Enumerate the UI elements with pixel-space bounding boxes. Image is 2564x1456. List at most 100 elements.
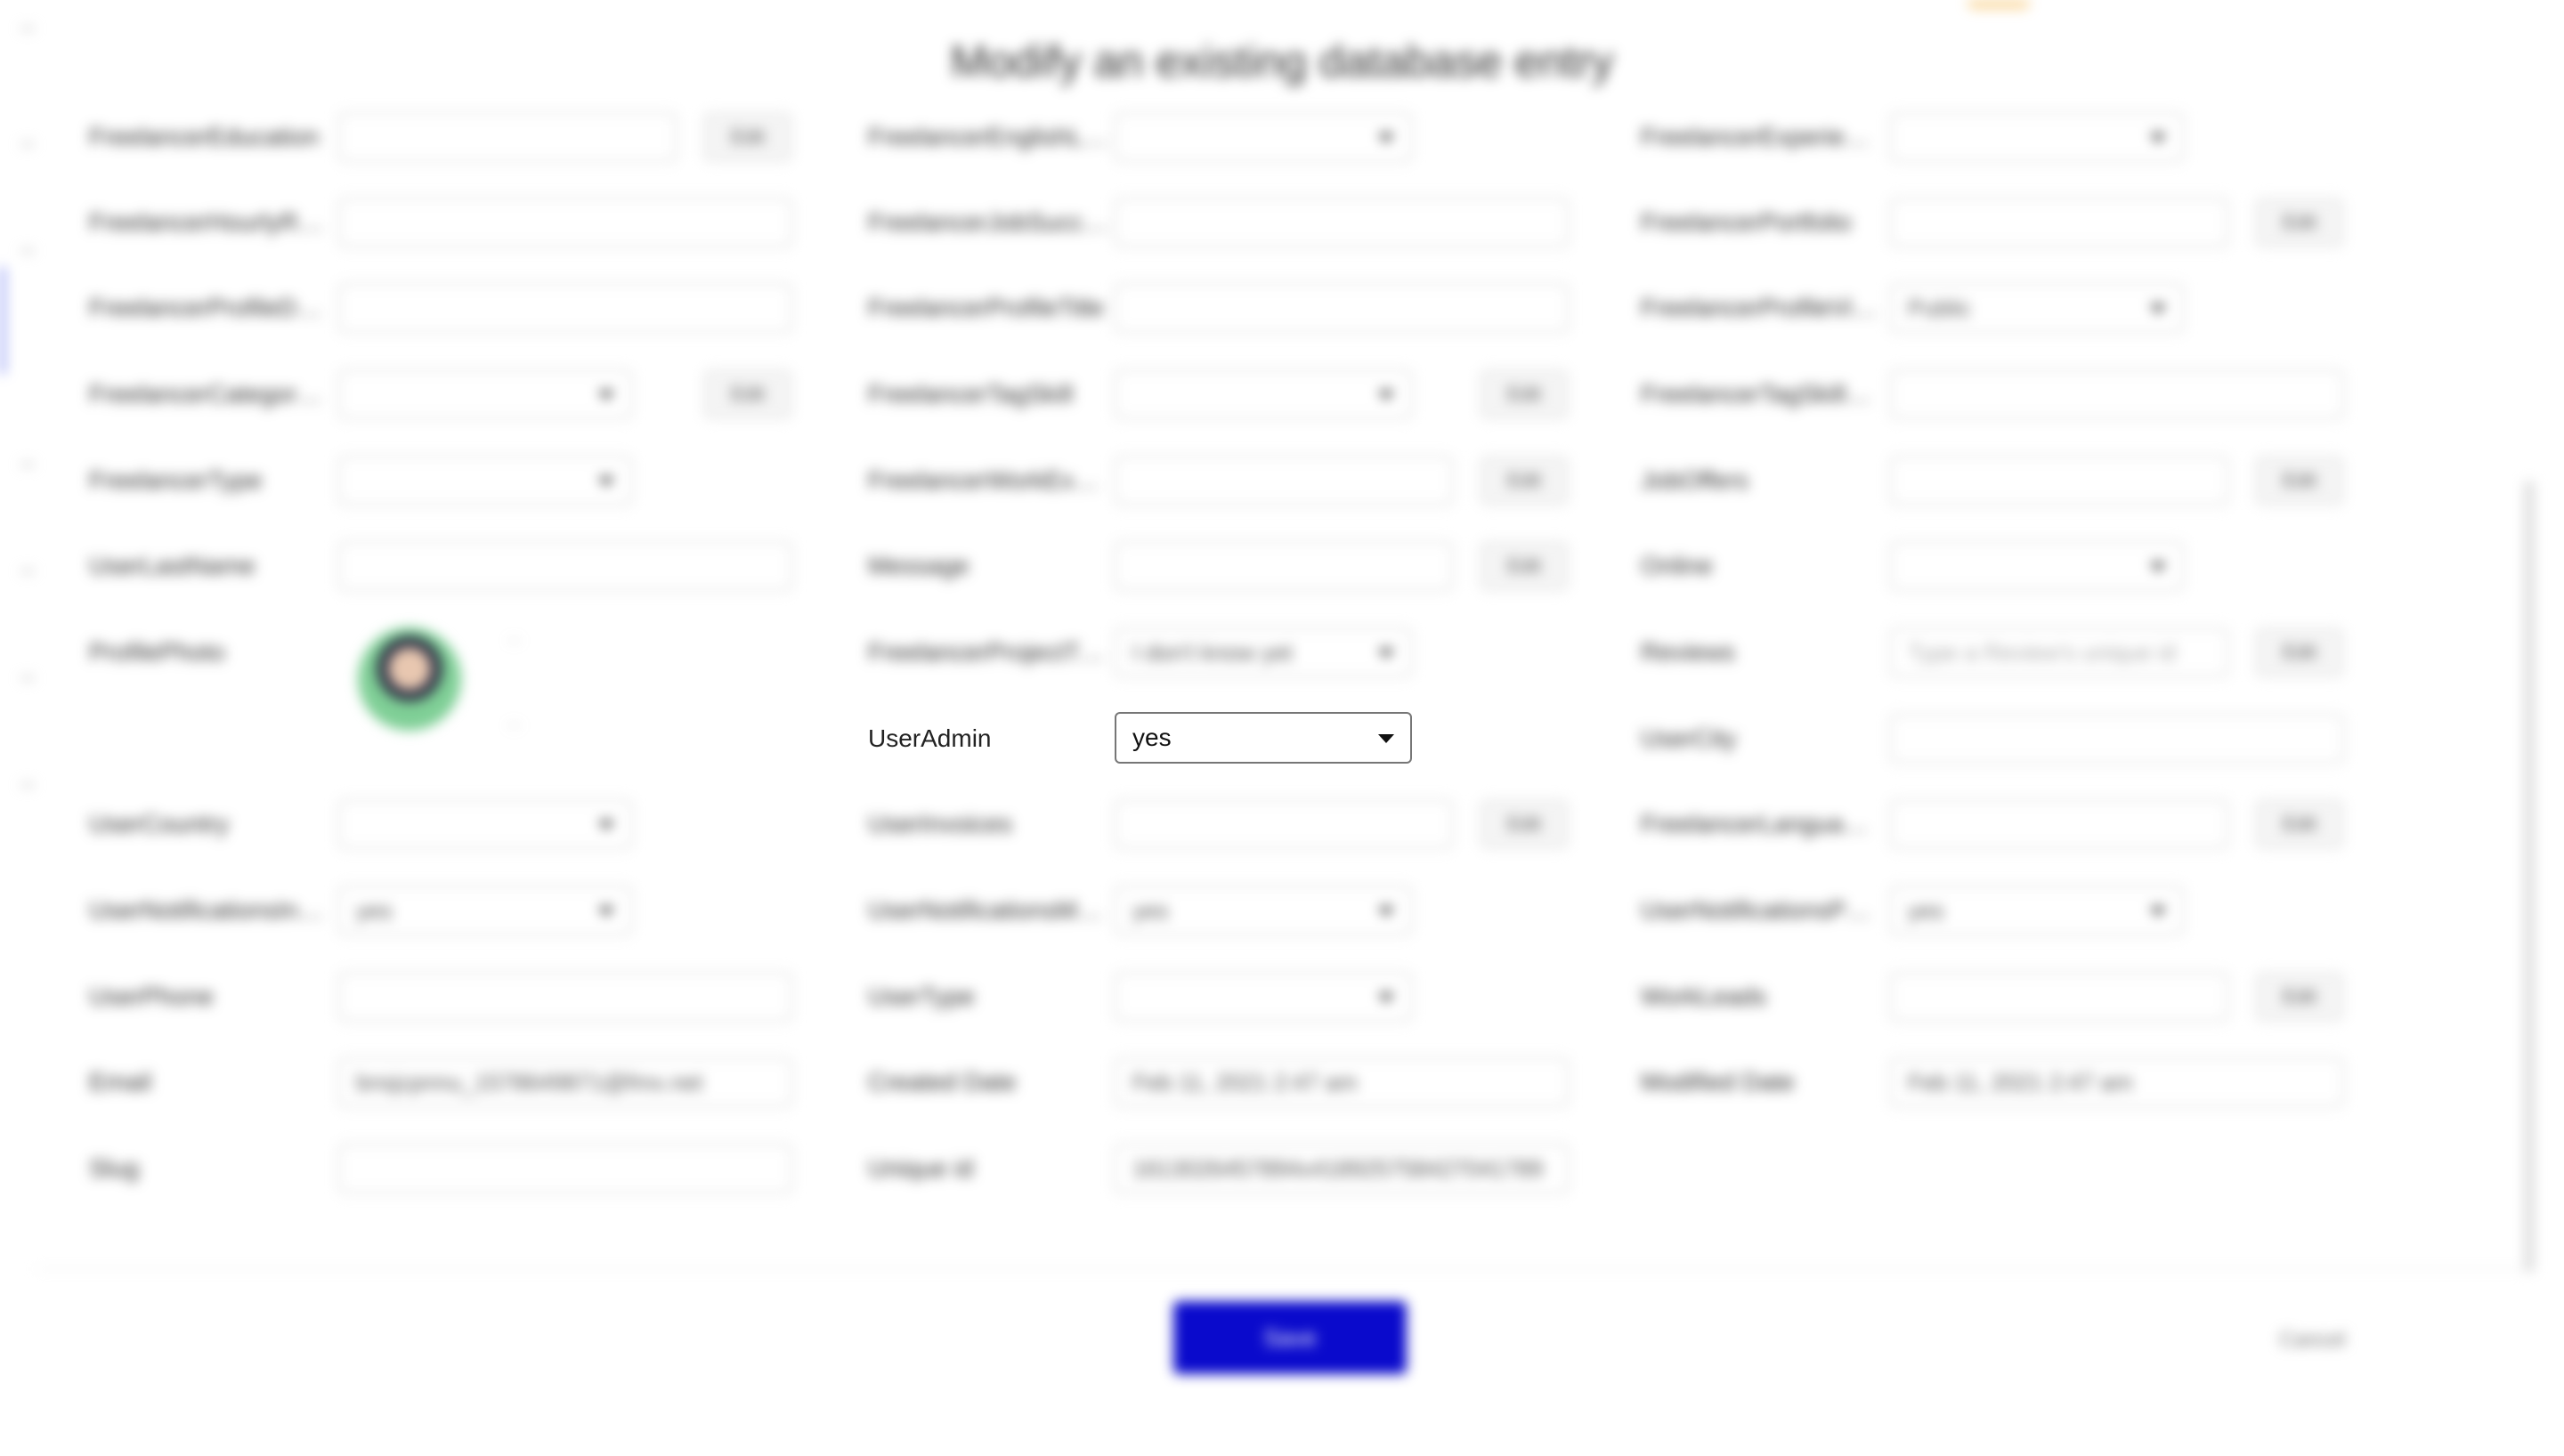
- sidebar-active-bar: [0, 267, 5, 374]
- text-input[interactable]: [1890, 972, 2228, 1022]
- save-button[interactable]: Save: [1173, 1301, 1407, 1374]
- select-dropdown[interactable]: [338, 456, 632, 506]
- field-label: FreelancerExperienc…: [1641, 123, 1881, 150]
- field-label: UserType: [868, 983, 975, 1010]
- sidebar-mark: [21, 783, 34, 787]
- select-dropdown[interactable]: yes: [338, 886, 632, 935]
- field-row: UserNotificationsInv… yes: [89, 886, 801, 939]
- field-label: FreelancerProjectTr…: [868, 638, 1108, 666]
- text-input[interactable]: [1890, 799, 2228, 849]
- field-row: UserNotificationsPay… yes: [1641, 886, 2353, 939]
- top-accent: [1968, 0, 2030, 9]
- field-label: FreelancerProfileVis…: [1641, 294, 1881, 321]
- field-label: Slug: [89, 1154, 140, 1182]
- edit-button[interactable]: Edit: [1480, 541, 1569, 591]
- field-label: Online: [1641, 552, 1713, 579]
- field-row: Message Edit: [868, 541, 1580, 595]
- field-label: FreelancerProfileTitle: [868, 294, 1105, 321]
- field-row: FreelancerExperienc…: [1641, 112, 2353, 166]
- sidebar-mark: [21, 249, 34, 253]
- cancel-link[interactable]: Cancel: [2279, 1328, 2346, 1353]
- footer-divider: [36, 1268, 2528, 1270]
- field-label: Created Date: [868, 1068, 1017, 1096]
- select-dropdown[interactable]: [1115, 972, 1412, 1022]
- chevron-down-icon: [1378, 734, 1394, 743]
- field-row: UserNotificationsMe… yes: [868, 886, 1580, 939]
- photo-action-text[interactable]: ...: [507, 712, 521, 731]
- select-dropdown[interactable]: I don't know yet: [1115, 627, 1412, 677]
- field-row: Online: [1641, 541, 2353, 595]
- profile-photo-avatar[interactable]: [358, 627, 461, 731]
- field-label: FreelancerTagSkill: [868, 380, 1074, 408]
- text-input[interactable]: [1115, 198, 1569, 247]
- edit-button[interactable]: Edit: [2255, 972, 2344, 1022]
- edit-button[interactable]: Edit: [703, 112, 792, 162]
- edit-button[interactable]: Edit: [1480, 369, 1569, 419]
- edit-button[interactable]: Edit: [703, 369, 792, 419]
- edit-button[interactable]: Edit: [1480, 456, 1569, 506]
- select-dropdown[interactable]: [1115, 112, 1412, 162]
- field-label: FreelancerLanguages: [1641, 810, 1881, 837]
- text-input[interactable]: Feb 11, 2021 2:47 am: [1890, 1057, 2344, 1107]
- field-row: Created Date Feb 11, 2021 2:47 am: [868, 1057, 1580, 1111]
- text-input[interactable]: [338, 972, 792, 1022]
- select-dropdown[interactable]: [1890, 541, 2184, 591]
- useradmin-selected-value: yes: [1132, 724, 1172, 751]
- select-dropdown[interactable]: [1115, 369, 1412, 419]
- text-input[interactable]: bnsjcpnnu_1578649871@fmx.net: [338, 1057, 792, 1107]
- select-dropdown[interactable]: yes: [1115, 886, 1412, 935]
- text-input[interactable]: [1890, 714, 2344, 764]
- useradmin-label: UserAdmin: [868, 724, 992, 752]
- field-label: FreelancerProfileDes…: [89, 294, 329, 321]
- field-label: FreelancerTagSkillText: [1641, 380, 1881, 408]
- text-input[interactable]: [338, 112, 677, 162]
- useradmin-select[interactable]: yes: [1115, 712, 1412, 764]
- field-label: UserNotificationsInv…: [89, 896, 329, 924]
- field-row: UserCity: [1641, 714, 2353, 767]
- field-label: Modified Date: [1641, 1068, 1795, 1096]
- field-label: Unique id: [868, 1154, 974, 1182]
- photo-action-text[interactable]: ...: [507, 627, 521, 646]
- text-input[interactable]: Feb 11, 2021 2:47 am: [1115, 1057, 1569, 1107]
- text-input[interactable]: [1890, 369, 2344, 419]
- text-input[interactable]: [1115, 456, 1453, 506]
- edit-button[interactable]: Edit: [1480, 799, 1569, 849]
- text-input[interactable]: [338, 541, 792, 591]
- sidebar-mark: [21, 27, 34, 30]
- field-label: UserLastName: [89, 552, 256, 579]
- edit-button[interactable]: Edit: [2255, 799, 2344, 849]
- text-input[interactable]: Type a Review's unique id: [1890, 627, 2228, 677]
- edit-button[interactable]: Edit: [2255, 198, 2344, 247]
- select-dropdown[interactable]: [1890, 112, 2184, 162]
- text-input[interactable]: [338, 1144, 792, 1193]
- text-input[interactable]: [338, 283, 792, 333]
- field-label: UserNotificationsPay…: [1641, 896, 1881, 924]
- text-input[interactable]: [338, 198, 792, 247]
- field-label: FreelancerCategory(T…: [89, 380, 329, 408]
- text-input[interactable]: [1115, 541, 1453, 591]
- field-row: FreelancerWorkExpe… Edit: [868, 456, 1580, 509]
- vertical-scrollbar[interactable]: [2525, 481, 2534, 1273]
- field-row: FreelancerEnglishLv…: [868, 112, 1580, 166]
- text-input[interactable]: [1890, 456, 2228, 506]
- field-label: Message: [868, 552, 970, 579]
- text-input[interactable]: [1115, 799, 1453, 849]
- field-label: UserNotificationsMe…: [868, 896, 1108, 924]
- field-label: ProfilePhoto: [89, 638, 225, 666]
- text-input[interactable]: [1115, 283, 1569, 333]
- select-dropdown[interactable]: yes: [1890, 886, 2184, 935]
- field-row: ProfilePhoto ... ...: [89, 627, 801, 743]
- text-input[interactable]: [1890, 198, 2228, 247]
- field-label: UserPhone: [89, 983, 215, 1010]
- select-dropdown[interactable]: Public: [1890, 283, 2184, 333]
- field-label: FreelancerEnglishLv…: [868, 123, 1108, 150]
- field-row: FreelancerProfileDes…: [89, 283, 801, 336]
- field-label: FreelancerWorkExpe…: [868, 466, 1108, 494]
- field-row: UserType: [868, 972, 1580, 1025]
- edit-button[interactable]: Edit: [2255, 456, 2344, 506]
- text-input[interactable]: 1613026457894x418925758427041789: [1115, 1144, 1569, 1193]
- field-label: UserCountry: [89, 810, 230, 837]
- select-dropdown[interactable]: [338, 799, 632, 849]
- select-dropdown[interactable]: [338, 369, 632, 419]
- edit-button[interactable]: Edit: [2255, 627, 2344, 677]
